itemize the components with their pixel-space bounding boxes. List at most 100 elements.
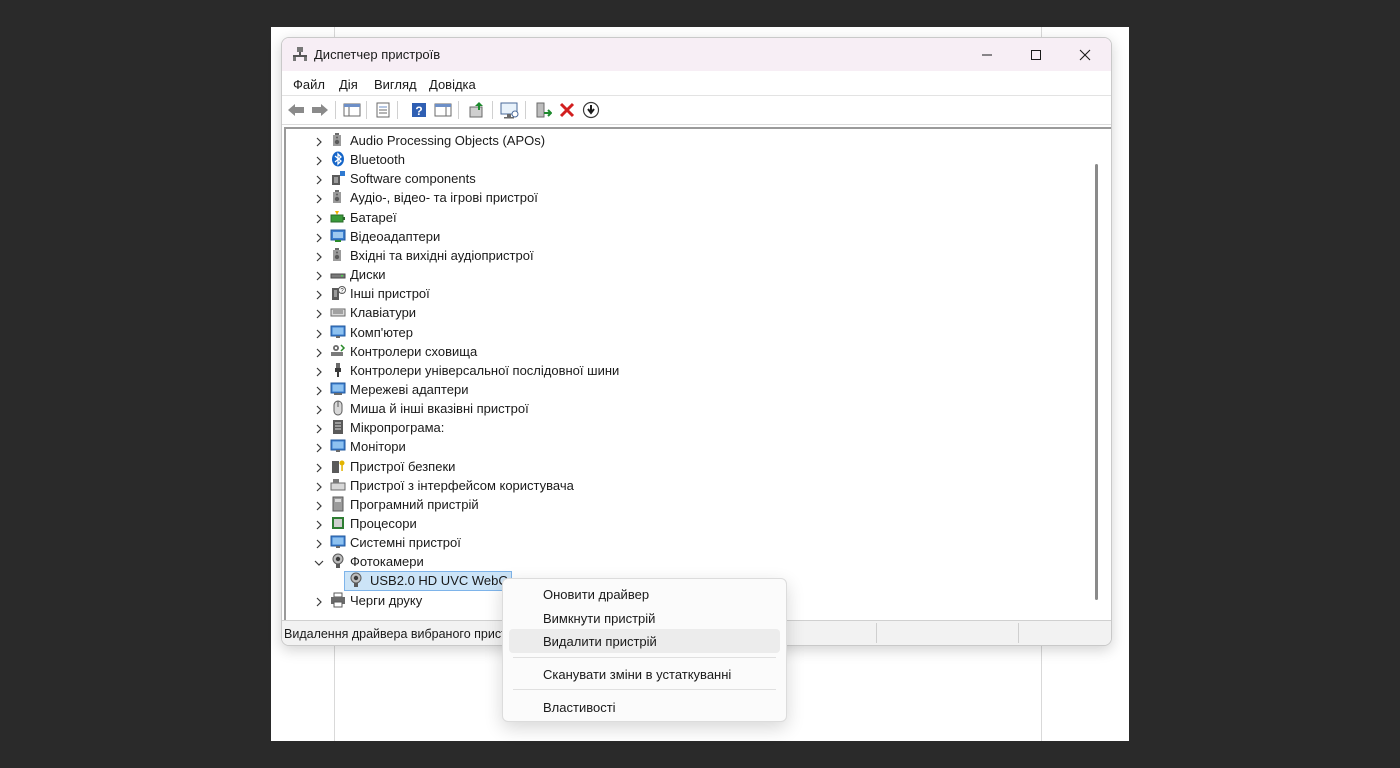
tree-category-item[interactable]: Системні пристрої <box>286 533 1086 552</box>
battery-icon <box>330 209 346 225</box>
tree-category-item[interactable]: Миша й інші вказівні пристрої <box>286 399 1086 418</box>
network-adapter-icon <box>330 381 346 397</box>
chevron-right-icon[interactable] <box>314 231 324 243</box>
tree-item-label: Батареї <box>350 210 397 225</box>
help-icon[interactable]: ? <box>409 100 429 120</box>
update-driver-icon[interactable] <box>467 100 487 120</box>
chevron-right-icon[interactable] <box>314 327 324 339</box>
tree-category-item[interactable]: Пристрої з інтерфейсом користувача <box>286 476 1086 495</box>
chevron-right-icon[interactable] <box>314 135 324 147</box>
software-component-icon <box>330 170 346 186</box>
security-key-icon <box>330 458 346 474</box>
chevron-right-icon[interactable] <box>314 422 324 434</box>
processor-icon <box>330 515 346 531</box>
computer-icon <box>330 324 346 340</box>
maximize-icon <box>1031 49 1041 60</box>
chevron-right-icon[interactable] <box>314 250 324 262</box>
menu-item-update-driver[interactable]: Оновити драйвер <box>543 587 649 602</box>
chevron-right-icon[interactable] <box>314 365 324 377</box>
chevron-right-icon[interactable] <box>314 307 324 319</box>
chevron-down-icon[interactable] <box>314 556 324 566</box>
download-driver-icon[interactable] <box>581 100 601 120</box>
tree-category-item[interactable]: Контролери сховища <box>286 342 1086 361</box>
tree-category-item[interactable]: Комп'ютер <box>286 323 1086 342</box>
svg-text:?: ? <box>415 104 422 118</box>
chevron-right-icon[interactable] <box>314 537 324 549</box>
tree-item-label: Відеоадаптери <box>350 229 441 244</box>
action-pane-icon[interactable] <box>433 100 453 120</box>
tree-category-item[interactable]: Монітори <box>286 437 1086 456</box>
tree-category-item[interactable]: Відеоадаптери <box>286 227 1086 246</box>
minimize-icon <box>982 54 992 55</box>
scan-hardware-icon[interactable] <box>500 100 520 120</box>
tree-category-item[interactable]: Фотокамери <box>286 552 1086 571</box>
chevron-right-icon[interactable] <box>314 499 324 511</box>
enable-device-icon[interactable] <box>533 100 553 120</box>
close-button[interactable] <box>1062 38 1108 71</box>
software-device-icon <box>330 496 346 512</box>
chevron-right-icon[interactable] <box>314 518 324 530</box>
chevron-right-icon[interactable] <box>314 154 324 166</box>
tree-category-item[interactable]: Пристрої безпеки <box>286 457 1086 476</box>
tree-category-item[interactable]: Батареї <box>286 208 1086 227</box>
chevron-right-icon[interactable] <box>314 403 324 415</box>
bluetooth-icon <box>330 151 346 167</box>
show-hide-console-tree-icon[interactable] <box>342 100 362 120</box>
menu-view[interactable]: Вигляд <box>374 77 417 92</box>
chevron-right-icon[interactable] <box>314 461 324 473</box>
menu-item-uninstall-device[interactable]: Видалити пристрій <box>543 634 657 649</box>
tree-category-item[interactable]: Аудіо-, відео- та ігрові пристрої <box>286 188 1086 207</box>
speaker-icon <box>330 189 346 205</box>
forward-icon[interactable] <box>310 100 330 120</box>
back-icon[interactable] <box>286 100 306 120</box>
tree-item-label: Програмний пристрій <box>350 497 479 512</box>
properties-icon[interactable] <box>373 100 393 120</box>
display-adapter-icon <box>330 228 346 244</box>
printer-icon <box>330 592 346 608</box>
minimize-button[interactable] <box>964 38 1010 71</box>
tree-category-item[interactable]: Мікропрограма: <box>286 418 1086 437</box>
device-tree[interactable]: Audio Processing Objects (APOs) Bluetooth… <box>284 127 1111 620</box>
maximize-button[interactable] <box>1013 38 1059 71</box>
menu-item-scan-hardware-changes[interactable]: Сканувати зміни в устаткуванні <box>543 667 731 682</box>
context-menu-separator <box>513 657 776 658</box>
tree-item-label: Системні пристрої <box>350 535 461 550</box>
tree-category-item[interactable]: Bluetooth <box>286 150 1086 169</box>
chevron-right-icon[interactable] <box>314 346 324 358</box>
toolbar-separator <box>366 101 367 119</box>
vertical-scrollbar[interactable] <box>1095 164 1098 600</box>
tree-category-item[interactable]: Вхідні та вихідні аудіопристрої <box>286 246 1086 265</box>
chevron-right-icon[interactable] <box>314 173 324 185</box>
tree-category-item[interactable]: Клавіатури <box>286 303 1086 322</box>
title-bar[interactable]: Диспетчер пристроїв <box>282 38 1111 71</box>
menu-action[interactable]: Дія <box>339 77 358 92</box>
tree-category-item[interactable]: Програмний пристрій <box>286 495 1086 514</box>
toolbar-separator <box>525 101 526 119</box>
menu-item-properties[interactable]: Властивості <box>543 700 616 715</box>
chevron-right-icon[interactable] <box>314 480 324 492</box>
tree-category-item[interactable]: Процесори <box>286 514 1086 533</box>
usb-icon <box>330 362 346 378</box>
chevron-right-icon[interactable] <box>314 288 324 300</box>
tree-category-item[interactable]: Audio Processing Objects (APOs) <box>286 131 1086 150</box>
unknown-device-icon: ? <box>330 285 346 301</box>
toolbar-separator <box>397 101 398 119</box>
chevron-right-icon[interactable] <box>314 441 324 453</box>
tree-item-label: Пристрої безпеки <box>350 459 456 474</box>
tree-item-label: Вхідні та вихідні аудіопристрої <box>350 248 534 263</box>
chevron-right-icon[interactable] <box>314 192 324 204</box>
menu-help[interactable]: Довідка <box>429 77 476 92</box>
tree-category-item[interactable]: Мережеві адаптери <box>286 380 1086 399</box>
chevron-right-icon[interactable] <box>314 212 324 224</box>
menu-file[interactable]: Файл <box>293 77 325 92</box>
chevron-right-icon[interactable] <box>314 269 324 281</box>
uninstall-device-icon[interactable] <box>557 100 577 120</box>
menu-item-disable-device[interactable]: Вимкнути пристрій <box>543 611 655 626</box>
chevron-right-icon[interactable] <box>314 384 324 396</box>
tree-category-item[interactable]: Диски <box>286 265 1086 284</box>
chevron-right-icon[interactable] <box>314 595 324 607</box>
tree-category-item[interactable]: Контролери універсальної послідовної шин… <box>286 361 1086 380</box>
tree-category-item[interactable]: ? Інші пристрої <box>286 284 1086 303</box>
tree-category-item[interactable]: Software components <box>286 169 1086 188</box>
webcam-icon <box>348 572 364 588</box>
